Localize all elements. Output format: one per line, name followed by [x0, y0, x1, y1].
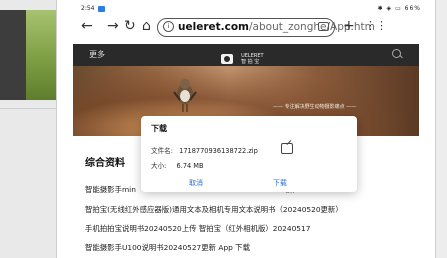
download-dialog: 下载 文件名: 1718770936138722.zip 大小: 6.74 MB… — [141, 116, 357, 192]
logo-line2: 智 拍 宝 — [241, 58, 260, 65]
site-header: 更多 UELERET 智 拍 宝 — [73, 44, 419, 66]
file-name-label: 文件名: — [151, 147, 174, 155]
divider — [0, 108, 56, 109]
logo-text: UELERET 智 拍 宝 — [241, 53, 263, 65]
url-host: ueleret.com — [178, 21, 250, 33]
download-button[interactable]: 下载 — [273, 178, 287, 188]
bird-image — [173, 79, 197, 112]
site-logo[interactable]: UELERET 智 拍 宝 — [221, 48, 264, 65]
file-size-value: 6.74 MB — [176, 162, 204, 170]
file-name-value: 1718770936138722.zip — [179, 147, 258, 155]
search-icon[interactable] — [392, 49, 401, 58]
file-size-row: 大小: 6.74 MB — [151, 160, 204, 170]
dialog-title: 下载 — [151, 124, 167, 133]
doc-link[interactable]: 智能摄影手min — [85, 184, 136, 195]
notification-icon — [98, 5, 106, 12]
adjacent-window-right — [435, 0, 447, 258]
url-path: /about_zonghe/App.htm — [249, 21, 375, 33]
logo-mark-icon — [221, 53, 233, 64]
back-button[interactable]: ← — [81, 18, 93, 34]
tabs-icon[interactable] — [318, 22, 329, 31]
banner-tagline: —— 专注解决野生动物摄影痛点 —— — [273, 104, 357, 110]
phone-screen: 2:54 ✱ ◈ ▭ 66% ← → ↻ ⌂ i ueleret.com/abo… — [56, 0, 436, 258]
edit-filename-icon[interactable] — [281, 143, 293, 154]
cancel-button[interactable]: 取消 — [189, 178, 203, 188]
menu-button[interactable]: ⋮⋮ — [365, 18, 387, 34]
status-time: 2:54 — [81, 5, 106, 12]
doc-link[interactable]: 智能摄影手U100说明书20240527更新 App 下载 — [85, 242, 250, 253]
section-heading: 综合资料 — [85, 158, 125, 169]
reload-button[interactable]: ↻ — [124, 18, 136, 34]
info-icon[interactable]: i — [163, 21, 174, 32]
new-tab-button[interactable]: + — [343, 18, 355, 34]
file-name-row: 文件名: 1718770936138722.zip — [151, 145, 258, 155]
doc-link[interactable]: 手机拍拍宝说明书20240520上传 智拍宝（红外相机版）20240517 — [85, 223, 310, 234]
forward-button[interactable]: → — [107, 18, 119, 34]
browser-toolbar: ← → ↻ ⌂ i ueleret.com/about_zonghe/App.h… — [57, 14, 435, 40]
file-size-label: 大小: — [151, 162, 167, 170]
more-menu[interactable]: 更多 — [89, 49, 105, 60]
clock-text: 2:54 — [81, 5, 95, 12]
doc-link[interactable]: 智拍宝(无线红外感应器版)通用文本及相机专用文本说明书（20240520更新） — [85, 204, 343, 215]
address-bar[interactable]: i ueleret.com/about_zonghe/App.htm — [157, 18, 375, 37]
adjacent-window-left — [0, 0, 56, 258]
adjacent-dark-panel — [0, 10, 26, 100]
status-icons: ✱ ◈ ▭ 66% — [377, 5, 421, 12]
adjacent-image — [26, 10, 56, 100]
home-button[interactable]: ⌂ — [142, 18, 151, 34]
